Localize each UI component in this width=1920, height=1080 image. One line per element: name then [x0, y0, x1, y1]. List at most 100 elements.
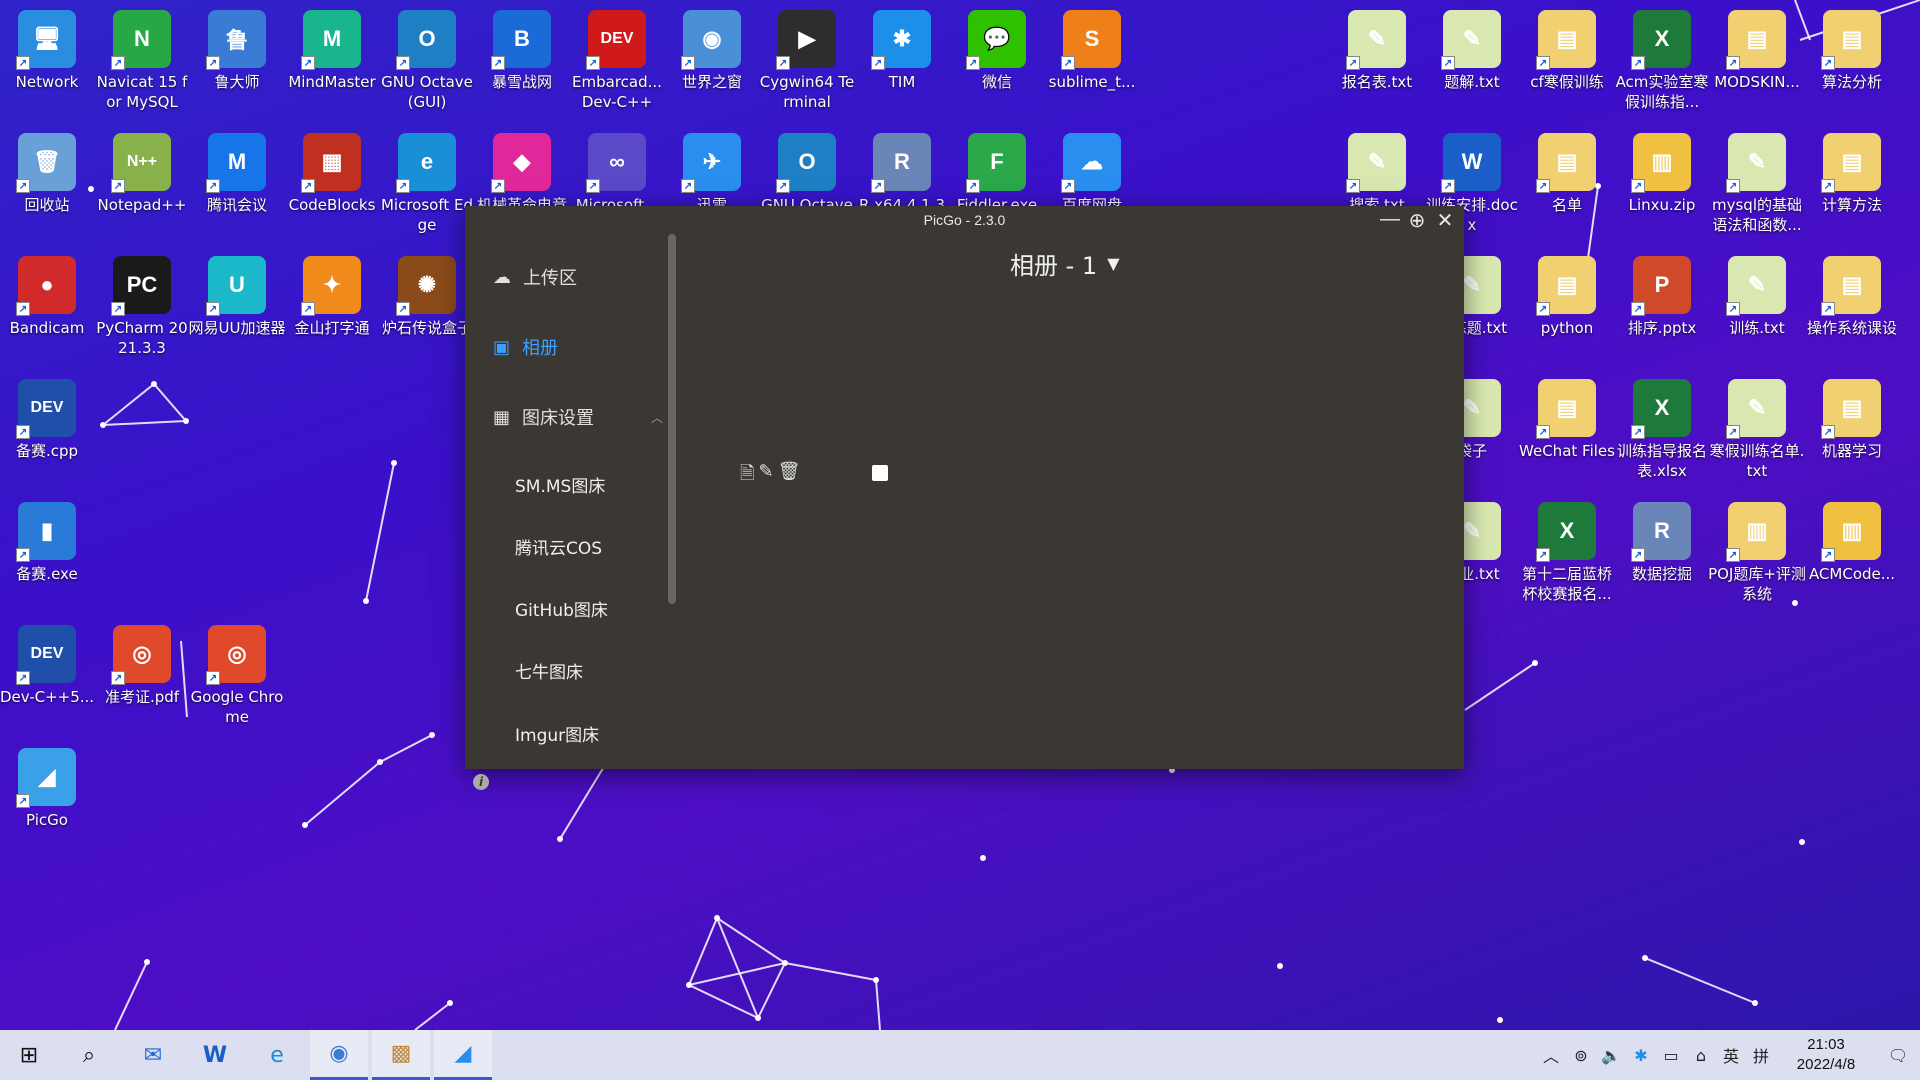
desktop-icon[interactable]: ✎ ↗ 报名表.txt: [1330, 4, 1424, 122]
app-icon: ◉ ↗: [681, 10, 741, 70]
tim-tray-icon[interactable]: ✱: [1626, 1046, 1656, 1065]
desktop-icon[interactable]: ✱ ↗ TIM: [855, 4, 949, 122]
desktop-icon[interactable]: ▤ ↗ MODSKIN...: [1710, 4, 1804, 122]
notification-icon[interactable]: 🗨: [1876, 1046, 1920, 1065]
ime-lang[interactable]: 英: [1716, 1043, 1746, 1067]
desktop-icon[interactable]: X ↗ 训练指导报名表.xlsx: [1615, 373, 1709, 491]
desktop-icon[interactable]: PC ↗ PyCharm 2021.3.3: [95, 250, 189, 368]
pin-button[interactable]: ⊕: [1408, 208, 1426, 233]
desktop-icon[interactable]: ✦ ↗ 金山打字通: [285, 250, 379, 368]
host-item-tencent-cos[interactable]: 腾讯云COS: [515, 534, 602, 559]
desktop-icon[interactable]: R ↗ 数据挖掘: [1615, 496, 1709, 614]
desktop-icon-label: 操作系统课设: [1806, 319, 1897, 337]
app-icon: ▤ ↗: [1821, 133, 1881, 193]
desktop-icon[interactable]: 🖥 ↗ Network: [0, 4, 94, 122]
desktop-icon[interactable]: ▤ ↗ 算法分析: [1805, 4, 1899, 122]
desktop-icon[interactable]: M ↗ MindMaster: [285, 4, 379, 122]
desktop-icon[interactable]: U ↗ 网易UU加速器: [188, 250, 286, 368]
desktop-icon[interactable]: X ↗ Acm实验室寒假训练指...: [1615, 4, 1709, 122]
desktop-icon[interactable]: X ↗ 第十二届蓝桥杯校赛报名...: [1520, 496, 1614, 614]
shortcut-arrow-icon: ↗: [1726, 56, 1740, 70]
desktop-icon[interactable]: ✎ ↗ 训练.txt: [1710, 250, 1804, 368]
close-button[interactable]: ✕: [1436, 208, 1454, 233]
desktop-icon-label: 网易UU加速器: [188, 319, 286, 337]
desktop-icon[interactable]: ▤ ↗ python: [1520, 250, 1614, 368]
window-titlebar[interactable]: PicGo - 2.3.0 — ⊕ ✕: [465, 206, 1464, 234]
desktop-icon[interactable]: ● ↗ Bandicam: [0, 250, 94, 368]
desktop-icon[interactable]: ▮ ↗ 备赛.exe: [0, 496, 94, 614]
clock[interactable]: 21:03 2022/4/8: [1776, 1035, 1876, 1075]
desktop-icon[interactable]: ▥ ↗ Linxu.zip: [1615, 127, 1709, 245]
desktop-icon[interactable]: P ↗ 排序.pptx: [1615, 250, 1709, 368]
ime-mode[interactable]: 拼: [1746, 1043, 1776, 1067]
desktop-icon[interactable]: B ↗ 暴雪战网: [475, 4, 569, 122]
desktop-icon[interactable]: ▤ ↗ cf寒假训练: [1520, 4, 1614, 122]
app-icon: ▤ ↗: [1536, 133, 1596, 193]
desktop-icon[interactable]: 🗑 ↗ 回收站: [0, 127, 94, 245]
chevron-up-icon[interactable]: ︿: [1536, 1043, 1566, 1067]
wifi-icon[interactable]: ⌂: [1686, 1046, 1716, 1065]
minimize-button[interactable]: —: [1380, 208, 1400, 233]
desktop-icon[interactable]: 💬 ↗ 微信: [950, 4, 1044, 122]
sidebar-scrollbar[interactable]: [668, 234, 676, 604]
delete-icon[interactable]: 🗑: [778, 461, 801, 491]
desktop-icon-label: POJ题库+评测系统: [1708, 565, 1806, 603]
taskbar-edge[interactable]: e: [248, 1030, 306, 1080]
desktop-icon[interactable]: N ↗ Navicat 15 for MySQL: [95, 4, 189, 122]
info-icon[interactable]: i: [473, 774, 489, 790]
desktop-icon[interactable]: ▥ ↗ POJ题库+评测系统: [1708, 496, 1806, 614]
start-button[interactable]: ⊞: [0, 1030, 58, 1080]
taskbar-ludashi[interactable]: ▩: [372, 1030, 430, 1080]
desktop-icon[interactable]: ▤ ↗ 计算方法: [1805, 127, 1899, 245]
desktop-icon[interactable]: ✎ ↗ 寒假训练名单.txt: [1710, 373, 1804, 491]
desktop-icon[interactable]: ▤ ↗ 名单: [1520, 127, 1614, 245]
desktop-icon[interactable]: S ↗ sublime_t...: [1045, 4, 1139, 122]
desktop-icon[interactable]: e ↗ Microsoft Edge: [380, 127, 474, 245]
desktop-icon[interactable]: DEV ↗ 备赛.cpp: [0, 373, 94, 491]
desktop-icon[interactable]: ▤ ↗ 机器学习: [1805, 373, 1899, 491]
battery-icon[interactable]: ▭: [1656, 1046, 1686, 1065]
desktop-icon[interactable]: ▶ ↗ Cygwin64 Terminal: [760, 4, 854, 122]
desktop-icon[interactable]: ◉ ↗ 世界之窗: [665, 4, 759, 122]
copy-icon[interactable]: 🗎: [740, 461, 754, 491]
taskbar-word[interactable]: W: [186, 1030, 244, 1080]
search-icon: ⌕: [82, 1042, 96, 1068]
desktop-icon[interactable]: ✎ ↗ mysql的基础语法和函数...: [1710, 127, 1804, 245]
taskbar-mail[interactable]: ✉: [124, 1030, 182, 1080]
nav-host-settings[interactable]: ▦ 图床设置 ︿: [493, 404, 663, 430]
desktop-icon[interactable]: ✺ ↗ 炉石传说盒子: [380, 250, 474, 368]
edit-icon[interactable]: ✎: [758, 461, 773, 491]
desktop-icon[interactable]: DEV ↗ Embarcad... Dev-C++: [570, 4, 664, 122]
nav-gallery-label: 相册: [522, 338, 559, 359]
taskbar-picgo[interactable]: ◢: [434, 1030, 492, 1080]
desktop-icon[interactable]: 鲁 ↗ 鲁大师: [190, 4, 284, 122]
desktop-icon[interactable]: ◎ ↗ 准考证.pdf: [95, 619, 189, 737]
desktop-icon[interactable]: ▤ ↗ WeChat Files: [1519, 373, 1615, 491]
taskbar-browser[interactable]: ◉: [310, 1030, 368, 1080]
search-button[interactable]: ⌕: [60, 1030, 118, 1080]
desktop-icon-label: Linxu.zip: [1628, 196, 1696, 214]
desktop-icon[interactable]: DEV ↗ Dev-C++5...: [0, 619, 94, 737]
nav-upload[interactable]: ☁ 上传区: [493, 264, 577, 290]
host-item-qiniu[interactable]: 七牛图床: [515, 658, 583, 683]
network-app-icon[interactable]: ⊚: [1566, 1046, 1596, 1065]
desktop-icon[interactable]: M ↗ 腾讯会议: [190, 127, 284, 245]
desktop-icon[interactable]: ▦ ↗ CodeBlocks: [285, 127, 379, 245]
desktop-icon[interactable]: O ↗ GNU Octave (GUI): [380, 4, 474, 122]
shortcut-arrow-icon: ↗: [1536, 179, 1550, 193]
nav-gallery[interactable]: ▣ 相册: [493, 334, 558, 360]
desktop-icon-label: 腾讯会议: [206, 196, 267, 214]
host-item-smms[interactable]: SM.MS图床: [515, 472, 605, 497]
app-icon: R ↗: [1631, 502, 1691, 562]
desktop-icon[interactable]: ▤ ↗ 操作系统课设: [1805, 250, 1899, 368]
desktop-icon[interactable]: ▥ ↗ ACMCode...: [1805, 496, 1899, 614]
select-all-checkbox[interactable]: [872, 465, 888, 481]
desktop-icon[interactable]: ◢ ↗ PicGo: [0, 742, 94, 860]
gallery-title-dropdown[interactable]: 相册 - 1 ▼: [1010, 246, 1120, 281]
volume-icon[interactable]: 🔈: [1596, 1046, 1626, 1065]
desktop-icon[interactable]: ✎ ↗ 题解.txt: [1425, 4, 1519, 122]
host-item-github[interactable]: GitHub图床: [515, 596, 608, 621]
desktop-icon[interactable]: ◎ ↗ Google Chrome: [190, 619, 284, 737]
host-item-imgur[interactable]: Imgur图床: [515, 721, 599, 746]
desktop-icon[interactable]: N++ ↗ Notepad++: [95, 127, 189, 245]
